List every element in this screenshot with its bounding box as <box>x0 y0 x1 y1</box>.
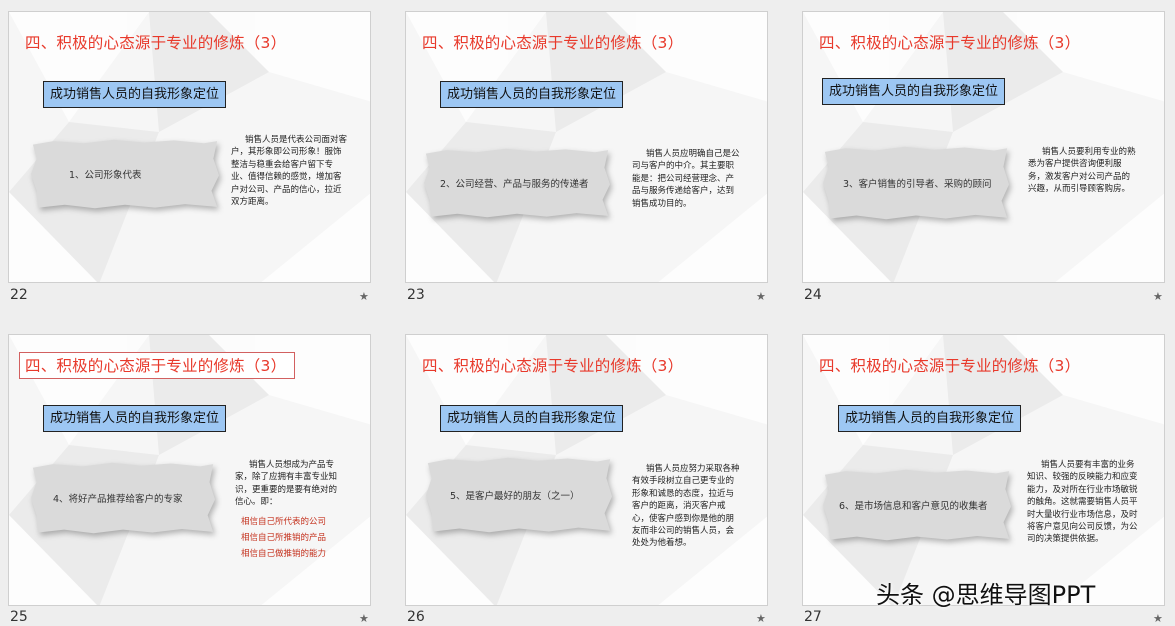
watermark-text: 头条 @思维导图PPT <box>876 581 1096 609</box>
torn-paper-card: 1、公司形象代表 <box>31 139 219 209</box>
highlight-line-3: 相信自己做推销的能力 <box>241 549 327 559</box>
star-icon[interactable]: ★ <box>756 612 766 625</box>
point-label: 2、公司经营、产品与服务的传递者 <box>440 179 589 190</box>
description-text: 销售人员要有丰富的业务知识、较强的反映能力和应变能力，及对所在行业市场敏锐的触角… <box>1027 460 1138 545</box>
subtitle-box: 成功销售人员的自我形象定位 <box>440 81 624 108</box>
point-label: 4、将好产品推荐给客户的专家 <box>53 494 183 505</box>
torn-paper-card: 3、客户销售的引导者、采购的顾问 <box>823 146 1009 220</box>
subtitle-box: 成功销售人员的自我形象定位 <box>822 78 1006 105</box>
slide-title: 四、积极的心态源于专业的修炼（3） <box>819 357 1081 375</box>
slide-title: 四、积极的心态源于专业的修炼（3） <box>19 352 296 379</box>
page-number-25: 25 <box>10 609 28 625</box>
highlight-line-2: 相信自己所推销的产品 <box>241 533 327 543</box>
page-number-27: 27 <box>804 609 822 625</box>
star-icon[interactable]: ★ <box>756 290 766 303</box>
slide-thumbnail-22[interactable]: 四、积极的心态源于专业的修炼（3） 成功销售人员的自我形象定位 1、公司形象代表… <box>8 11 371 283</box>
point-label: 6、是市场信息和客户意见的收集者 <box>839 501 988 512</box>
slide-thumbnail-26[interactable]: 四、积极的心态源于专业的修炼（3） 成功销售人员的自我形象定位 5、是客户最好的… <box>405 334 768 606</box>
point-label: 1、公司形象代表 <box>69 170 142 181</box>
subtitle-box: 成功销售人员的自我形象定位 <box>43 81 227 108</box>
torn-paper-card: 5、是客户最好的朋友（之一） <box>426 457 612 533</box>
page-number-26: 26 <box>407 609 425 625</box>
torn-paper-card: 6、是市场信息和客户意见的收集者 <box>823 469 1011 541</box>
torn-paper-card: 4、将好产品推荐给客户的专家 <box>31 462 215 534</box>
slide-thumbnail-25[interactable]: 四、积极的心态源于专业的修炼（3） 成功销售人员的自我形象定位 4、将好产品推荐… <box>8 334 371 606</box>
slide-thumbnail-24[interactable]: 四、积极的心态源于专业的修炼（3） 成功销售人员的自我形象定位 3、客户销售的引… <box>802 11 1165 283</box>
description-text: 销售人员应明确自己是公司与客户的中介。其主要职能是：把公司经营理念、产品与服务传… <box>632 149 740 209</box>
slide-title: 四、积极的心态源于专业的修炼（3） <box>819 34 1081 52</box>
page-number-23: 23 <box>407 287 425 303</box>
point-label: 3、客户销售的引导者、采购的顾问 <box>843 179 992 190</box>
subtitle-box: 成功销售人员的自我形象定位 <box>440 405 624 432</box>
slide-title: 四、积极的心态源于专业的修炼（3） <box>422 34 684 52</box>
description-text: 销售人员要利用专业的熟悉为客户提供咨询便利服务，激发客户对公司产品的兴趣，从而引… <box>1028 147 1136 195</box>
description-text: 销售人员想成为产品专家，除了应拥有丰富专业知识，更重要的是要有绝对的信心。即： <box>235 460 338 508</box>
subtitle-box: 成功销售人员的自我形象定位 <box>838 405 1022 432</box>
slide-title: 四、积极的心态源于专业的修炼（3） <box>25 34 287 52</box>
description-text: 销售人员是代表公司面对客户，其形象即公司形象！服饰整洁与稳重会给客户留下专业、值… <box>231 135 348 208</box>
star-icon[interactable]: ★ <box>1153 290 1163 303</box>
slide-title: 四、积极的心态源于专业的修炼（3） <box>422 357 684 375</box>
torn-paper-card: 2、公司经营、产品与服务的传递者 <box>424 148 610 218</box>
description-text: 销售人员应努力采取各种有效手段树立自己更专业的形象和诚恳的态度，拉近与客户的距离… <box>632 464 740 549</box>
page-number-22: 22 <box>10 287 28 303</box>
star-icon[interactable]: ★ <box>1153 612 1163 625</box>
highlight-line-1: 相信自己所代表的公司 <box>241 517 327 527</box>
point-label: 5、是客户最好的朋友（之一） <box>450 491 580 502</box>
star-icon[interactable]: ★ <box>359 612 369 625</box>
page-number-24: 24 <box>804 287 822 303</box>
subtitle-box: 成功销售人员的自我形象定位 <box>43 405 227 432</box>
slide-thumbnail-23[interactable]: 四、积极的心态源于专业的修炼（3） 成功销售人员的自我形象定位 2、公司经营、产… <box>405 11 768 283</box>
slide-thumbnail-27[interactable]: 四、积极的心态源于专业的修炼（3） 成功销售人员的自我形象定位 6、是市场信息和… <box>802 334 1165 606</box>
star-icon[interactable]: ★ <box>359 290 369 303</box>
